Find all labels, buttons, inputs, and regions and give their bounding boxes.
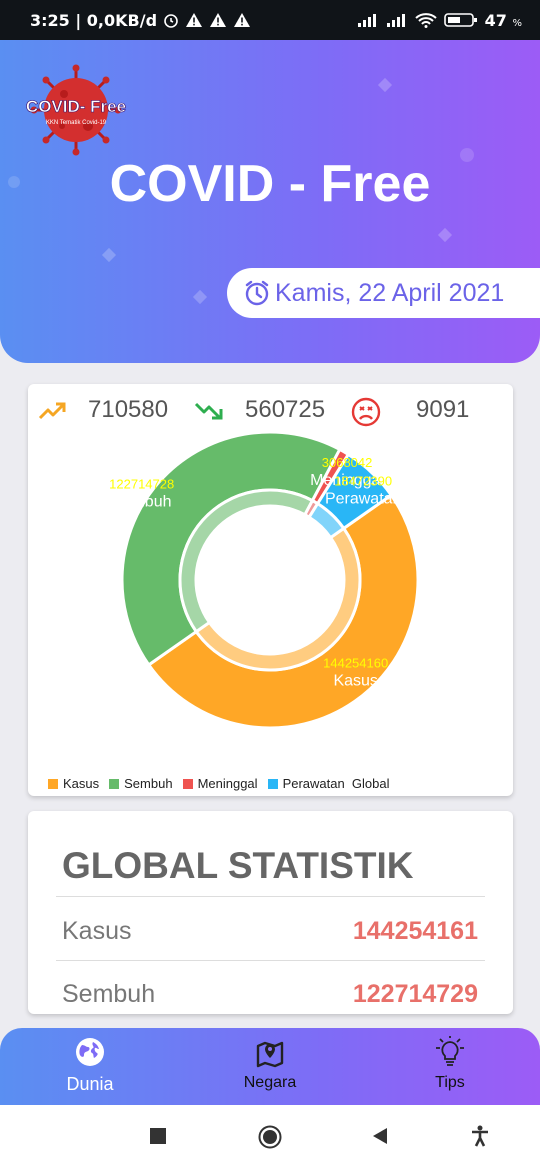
header: COVID- Free KKN Tematik Covid-19 COVID -… xyxy=(0,40,540,363)
home-circle-icon[interactable] xyxy=(258,1125,282,1149)
legend-swatch xyxy=(267,778,278,789)
stat-value: 122714729 xyxy=(352,980,478,1008)
legend-swatch xyxy=(48,778,58,789)
global-stats-title: GLOBAL STATISTIK xyxy=(62,845,414,886)
nav-label: Tips xyxy=(435,1074,465,1091)
slice-category-label: Perawatan xyxy=(325,490,402,507)
covid-free-logo: COVID- Free KKN Tematik Covid-19 xyxy=(26,64,126,156)
lightbulb-icon xyxy=(436,1036,464,1066)
chart-legend: Kasus Sembuh Meninggal Perawatan Global xyxy=(48,776,390,791)
slice-value-label: 144254160 xyxy=(323,656,388,671)
stat-label: Sembuh xyxy=(62,980,156,1008)
divider xyxy=(56,896,485,897)
battery-icon xyxy=(443,13,477,27)
legend-label: Kasus xyxy=(63,776,100,791)
legend-item: Sembuh xyxy=(109,776,173,791)
signal-icon xyxy=(386,14,405,27)
battery-level: 47 % xyxy=(484,10,522,30)
stat-row-recovered: Sembuh 122714729 xyxy=(62,980,478,1009)
warning-icon xyxy=(186,13,203,27)
recents-square-icon[interactable] xyxy=(149,1127,167,1145)
nav-label: Dunia xyxy=(66,1074,114,1094)
status-time: 3:25 | 0,0KB/d xyxy=(30,10,158,30)
legend-item: Kasus xyxy=(48,776,99,791)
nav-item-tips[interactable]: Tips xyxy=(395,1036,505,1092)
summary-chart-card: 710580 560725 9091 144254160 Kasus 1227147… xyxy=(28,384,513,796)
legend-item: Perawatan Global xyxy=(267,776,390,791)
warning-icon xyxy=(210,13,227,27)
decoration-diamond xyxy=(377,77,393,93)
stat-row-cases: Kasus 144254161 xyxy=(62,917,478,946)
nav-item-negara[interactable]: Negara xyxy=(215,1036,325,1092)
signal-icon xyxy=(357,14,376,27)
donut-chart: 144254160Kasus122714728Sembuh3068042Meni… xyxy=(109,430,420,730)
legend-label: Sembuh xyxy=(124,776,173,791)
current-date: Kamis, 22 April 2021 xyxy=(275,278,505,307)
logo-subtitle: KKN Tematik Covid-19 xyxy=(46,120,107,126)
alarm-clock-icon xyxy=(245,280,269,306)
wifi-icon xyxy=(414,13,437,28)
globe-icon xyxy=(76,1038,104,1066)
system-navigation-bar xyxy=(0,1105,540,1170)
stat-label: Kasus xyxy=(62,917,132,945)
legend-label: Perawatan Global xyxy=(282,776,390,791)
logo-wordmark: COVID- Free xyxy=(26,97,126,116)
decoration-diamond xyxy=(192,289,208,305)
legend-swatch xyxy=(182,778,193,789)
stat-value: 144254161 xyxy=(352,917,478,945)
slice-value-label: 122714728 xyxy=(109,477,174,492)
accessibility-icon[interactable] xyxy=(470,1125,490,1147)
date-pill: Kamis, 22 April 2021 xyxy=(227,268,540,318)
legend-swatch xyxy=(109,778,120,789)
slice-category-label: Sembuh xyxy=(112,494,172,511)
alarm-icon xyxy=(164,14,178,28)
legend-item: Meninggal xyxy=(182,776,258,791)
nav-label: Negara xyxy=(243,1074,297,1091)
global-stats-card: GLOBAL STATISTIK Kasus 144254161 Sembuh … xyxy=(28,811,513,1014)
warning-icon xyxy=(234,13,251,27)
slice-value-label: 18472390 xyxy=(334,473,392,488)
slice-category-label: Kasus xyxy=(333,673,377,690)
divider xyxy=(56,960,485,961)
legend-label: Meninggal xyxy=(197,776,258,791)
decoration-diamond xyxy=(101,247,117,263)
decoration-diamond xyxy=(437,227,453,243)
map-pin-icon xyxy=(256,1041,284,1068)
app-title: COVID - Free xyxy=(109,155,431,213)
status-bar: 3:25 | 0,0KB/d 47 % xyxy=(0,0,540,40)
bottom-navigation: Dunia Negara Tips xyxy=(0,1028,540,1105)
nav-item-dunia[interactable]: Dunia xyxy=(35,1036,145,1095)
back-triangle-icon[interactable] xyxy=(371,1127,389,1145)
donut-slice-sembuh[interactable] xyxy=(120,430,342,667)
slice-value-label: 3068042 xyxy=(322,455,373,470)
